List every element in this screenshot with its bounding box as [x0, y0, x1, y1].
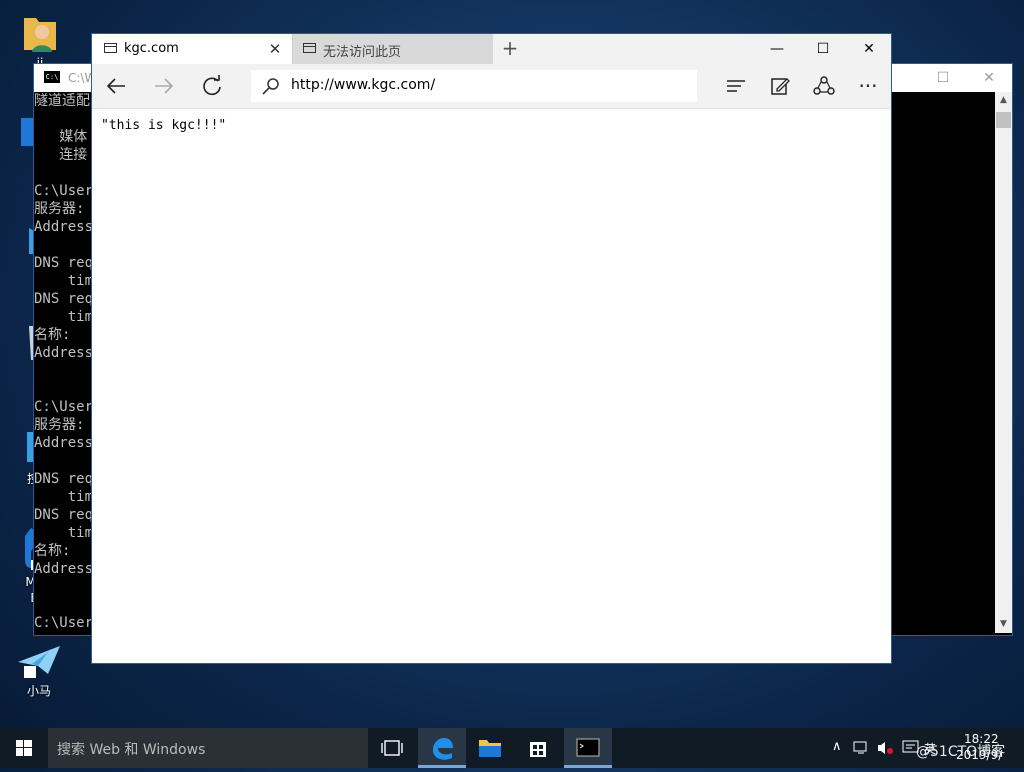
taskbar-store-button[interactable]	[514, 728, 562, 768]
nav-bar: http://www.kgc.com/ ···	[92, 64, 891, 109]
watermark: @51CTO博客	[916, 744, 1006, 760]
cmd-scrollbar[interactable]: ▲ ▼	[995, 92, 1012, 633]
tab-kgc[interactable]: kgc.com ✕	[92, 34, 292, 64]
taskbar: 搜索 Web 和 Windows ∧ 英 18:22 2019/9/ @51CT…	[0, 728, 1024, 768]
page-content: "this is kgc!!!"	[92, 109, 891, 663]
edge-icon	[433, 738, 453, 760]
tab-bar: kgc.com ✕ 无法访问此页 + — ☐ ✕	[92, 34, 891, 64]
task-view-icon	[381, 740, 403, 756]
close-icon[interactable]: ✕	[846, 34, 892, 64]
close-tab-icon[interactable]: ✕	[264, 38, 286, 60]
taskbar-explorer-button[interactable]	[466, 728, 514, 768]
task-view-button[interactable]	[368, 728, 416, 768]
paper-plane-icon	[18, 646, 60, 678]
network-tray-icon[interactable]	[852, 740, 870, 756]
address-text[interactable]: http://www.kgc.com/	[291, 77, 435, 93]
refresh-icon[interactable]	[194, 70, 230, 102]
store-icon	[530, 742, 546, 757]
system-tray: ∧ 英 18:22 2019/9/ @51CTO博客	[828, 728, 1024, 768]
volume-muted-icon[interactable]	[876, 740, 894, 756]
share-icon[interactable]	[806, 70, 842, 102]
search-box[interactable]: 搜索 Web 和 Windows	[48, 728, 368, 768]
start-button[interactable]	[0, 728, 48, 768]
new-tab-icon[interactable]: +	[492, 34, 528, 64]
taskbar-edge-button[interactable]	[418, 728, 466, 768]
tab-title: 无法访问此页	[323, 45, 402, 60]
forward-icon[interactable]	[146, 70, 182, 102]
cmd-app-icon: C:\	[44, 71, 60, 83]
cmd-maximize-icon[interactable]: ☐	[920, 64, 966, 92]
cmd-close-icon[interactable]: ✕	[966, 64, 1012, 92]
web-note-icon[interactable]	[762, 70, 798, 102]
scroll-thumb[interactable]	[996, 112, 1011, 128]
address-bar[interactable]: http://www.kgc.com/	[251, 70, 697, 102]
desktop-icon-user[interactable]: ji	[5, 10, 75, 70]
edge-window[interactable]: kgc.com ✕ 无法访问此页 + — ☐ ✕ http://www.kgc.…	[91, 33, 892, 664]
tab-cannot-reach[interactable]: 无法访问此页	[292, 34, 493, 64]
desktop-icon-xiaoma[interactable]: 小马	[4, 640, 74, 699]
back-icon[interactable]	[98, 70, 134, 102]
tab-title: kgc.com	[124, 41, 179, 56]
folder-icon	[479, 740, 501, 757]
hub-icon[interactable]	[718, 70, 754, 102]
windows-logo-icon	[16, 740, 32, 756]
scroll-down-icon[interactable]: ▼	[995, 616, 1012, 633]
maximize-icon[interactable]: ☐	[800, 34, 846, 64]
scroll-up-icon[interactable]: ▲	[995, 92, 1012, 109]
page-icon	[303, 43, 316, 53]
chevron-up-icon[interactable]: ∧	[832, 739, 842, 754]
taskbar-cmd-button[interactable]	[564, 728, 612, 768]
minimize-icon[interactable]: —	[754, 34, 800, 64]
user-folder-icon	[24, 18, 56, 52]
cmd-icon	[576, 738, 600, 757]
search-icon	[262, 78, 279, 95]
page-text: "this is kgc!!!"	[101, 118, 227, 133]
page-icon	[104, 43, 117, 53]
search-placeholder: 搜索 Web 和 Windows	[57, 742, 206, 758]
desktop-icon-label: 小马	[26, 684, 51, 698]
more-icon[interactable]: ···	[850, 70, 886, 102]
